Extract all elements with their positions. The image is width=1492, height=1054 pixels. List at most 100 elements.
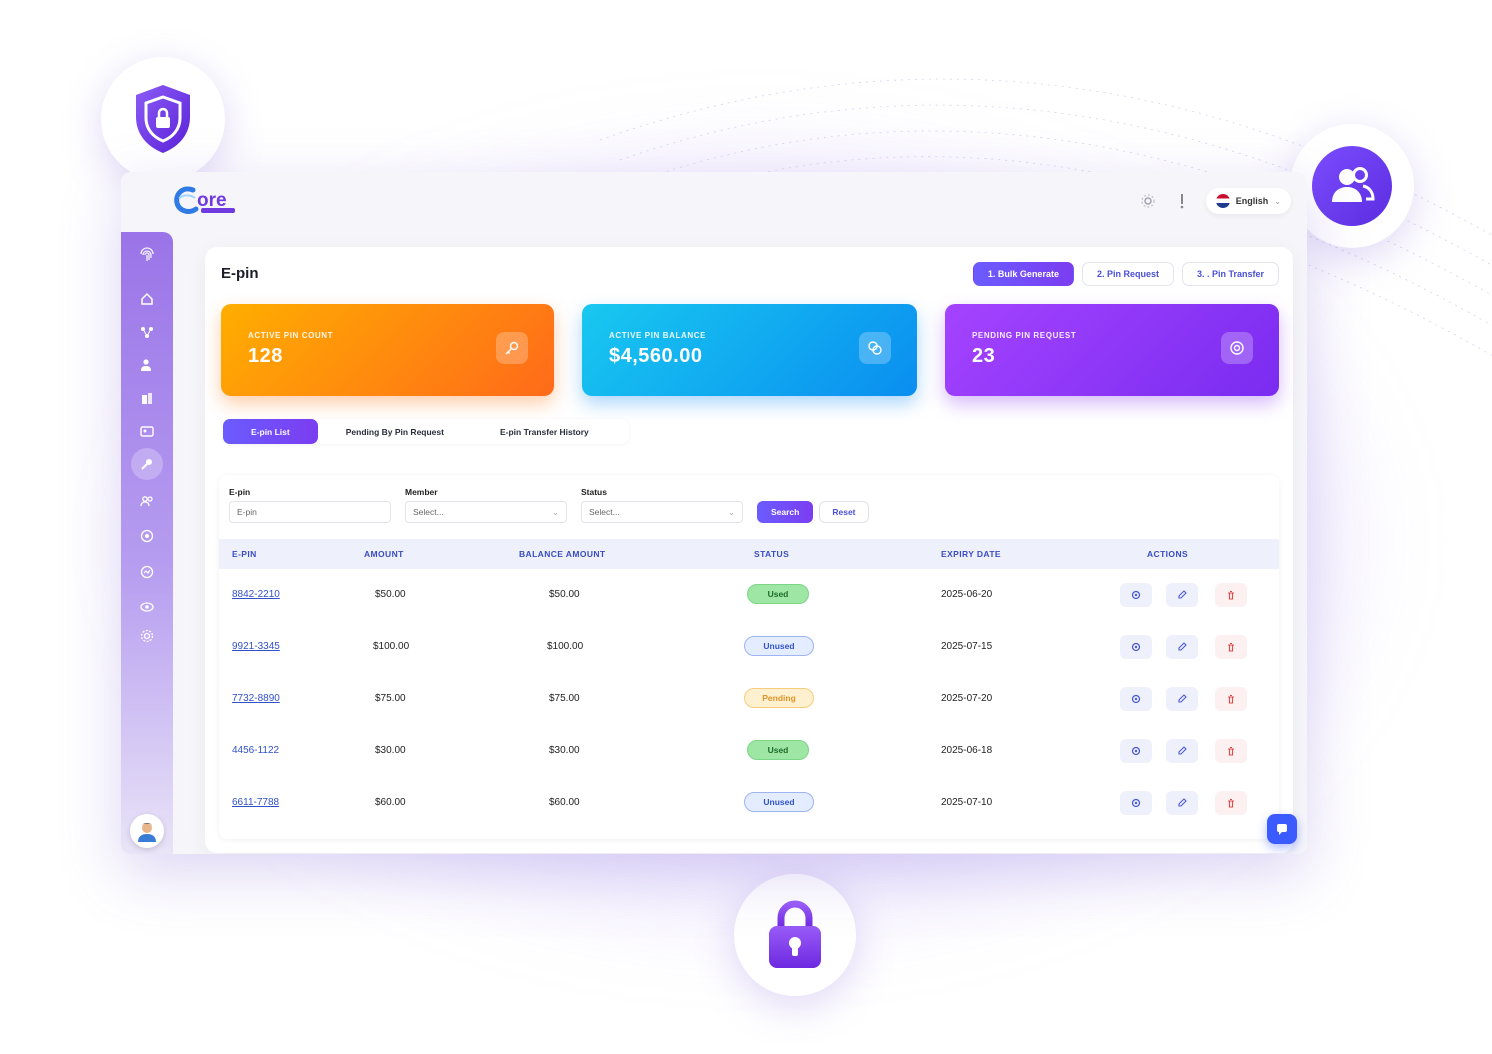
epin-table-panel: E-pin E-pin Member Select... ⌄ Status Sel… xyxy=(219,475,1279,839)
view-icon[interactable] xyxy=(1120,791,1152,815)
table-row: 6611-7788 $60.00 $60.00 Unused 2025-07-1… xyxy=(219,777,1279,829)
sidebar xyxy=(121,232,173,854)
flag-icon xyxy=(1215,194,1230,208)
users-icon xyxy=(1332,167,1375,202)
delete-icon[interactable] xyxy=(1215,583,1247,607)
amount-cell: $75.00 xyxy=(375,693,406,704)
edit-icon[interactable] xyxy=(1166,791,1198,815)
lock-icon xyxy=(769,900,821,968)
stat-label: ACTIVE PIN BALANCE xyxy=(609,331,707,340)
stat-label: ACTIVE PIN COUNT xyxy=(248,331,334,340)
search-button[interactable]: Search xyxy=(757,501,814,523)
epin-placeholder: E-pin xyxy=(237,507,257,517)
buildings-icon[interactable] xyxy=(135,386,159,410)
view-icon[interactable] xyxy=(1120,635,1152,659)
epin-key-icon[interactable] xyxy=(131,448,163,480)
status-badge: Used xyxy=(747,740,809,760)
language-selector[interactable]: English ⌄ xyxy=(1205,188,1291,214)
chevron-down-icon: ⌄ xyxy=(551,506,559,517)
edit-icon[interactable] xyxy=(1166,583,1198,607)
balance-cell: $100.00 xyxy=(547,641,584,652)
delete-icon[interactable] xyxy=(1215,687,1247,711)
table-row: 4456-1122 $30.00 $30.00 Used 2025-06-18 xyxy=(219,725,1279,777)
tab-pending-by-pin-request[interactable]: Pending By Pin Request xyxy=(318,419,472,444)
amount-cell: $100.00 xyxy=(373,641,410,652)
view-icon[interactable] xyxy=(1120,583,1152,607)
tab-bulk-generate[interactable]: 1. Bulk Generate xyxy=(972,262,1074,286)
view-icon[interactable] xyxy=(1120,687,1152,711)
table-row: 7732-8890 $75.00 $75.00 Pending 2025-07-… xyxy=(219,673,1279,725)
target-icon[interactable] xyxy=(135,524,159,548)
chat-icon xyxy=(1277,824,1287,835)
epin-link[interactable]: 7732-8890 xyxy=(232,693,280,704)
stat-value: 23 xyxy=(972,345,996,367)
eye-icon[interactable] xyxy=(135,595,159,619)
table-header: E-PIN AMOUNT BALANCE AMOUNT STATUS EXPIR… xyxy=(219,539,1279,569)
app-window: ore English ⌄ E-pin 1. Bulk Generate 2. … xyxy=(121,172,1307,854)
delete-icon[interactable] xyxy=(1215,739,1247,763)
expiry-cell: 2025-07-15 xyxy=(941,641,993,652)
team-icon[interactable] xyxy=(135,489,159,513)
status-select[interactable]: Select... ⌄ xyxy=(581,501,743,523)
member-filter: Member Select... ⌄ xyxy=(405,487,567,523)
notification-icon[interactable] xyxy=(1172,191,1192,211)
header-expiry-date: EXPIRY DATE xyxy=(941,549,1001,559)
header-actions: ACTIONS xyxy=(1147,549,1189,559)
epin-link[interactable]: 6611-7788 xyxy=(232,797,279,808)
user-add-icon[interactable] xyxy=(135,353,159,377)
core-logo-icon: ore xyxy=(174,186,235,214)
tab-pin-request[interactable]: 2. Pin Request xyxy=(1081,262,1174,286)
list-tabs: E-pin List Pending By Pin Request E-pin … xyxy=(223,419,629,444)
settings-icon[interactable] xyxy=(1138,191,1158,211)
edit-icon[interactable] xyxy=(1166,687,1198,711)
edit-icon[interactable] xyxy=(1166,739,1198,763)
coins-icon xyxy=(859,332,891,364)
epin-link[interactable]: 4456-1122 xyxy=(232,745,279,756)
chat-button[interactable] xyxy=(1267,814,1297,844)
epin-link[interactable]: 9921-3345 xyxy=(232,641,280,652)
lock-badge xyxy=(734,874,856,996)
balance-cell: $30.00 xyxy=(549,745,580,756)
member-select[interactable]: Select... ⌄ xyxy=(405,501,567,523)
epin-link[interactable]: 8842-2210 xyxy=(232,589,280,600)
stat-card-active-pin-count: ACTIVE PIN COUNT 128 xyxy=(221,304,554,396)
reset-button[interactable]: Reset xyxy=(819,501,869,523)
security-shield-badge xyxy=(101,57,225,181)
status-badge: Pending xyxy=(744,688,814,708)
fingerprint-icon[interactable] xyxy=(135,242,159,266)
tab-pin-transfer[interactable]: 3. . Pin Transfer xyxy=(1181,262,1279,286)
user-avatar[interactable] xyxy=(130,814,164,848)
expiry-cell: 2025-07-20 xyxy=(941,693,993,704)
status-badge: Unused xyxy=(744,636,814,656)
home-icon[interactable] xyxy=(135,287,159,311)
view-icon[interactable] xyxy=(1120,739,1152,763)
clock-icon xyxy=(1221,332,1253,364)
report-icon[interactable] xyxy=(135,560,159,584)
gear-icon[interactable] xyxy=(135,624,159,648)
epin-search-input[interactable]: E-pin xyxy=(229,501,391,523)
member-select-value: Select... xyxy=(413,507,444,517)
header-epin: E-PIN xyxy=(232,549,257,559)
header-amount: AMOUNT xyxy=(364,549,404,559)
language-label: English xyxy=(1235,196,1269,206)
stat-card-active-pin-balance: ACTIVE PIN BALANCE $4,560.00 xyxy=(582,304,917,396)
header-balance-amount: BALANCE AMOUNT xyxy=(519,549,606,559)
edit-icon[interactable] xyxy=(1166,635,1198,659)
shield-icon xyxy=(136,85,190,153)
tab-epin-transfer-history[interactable]: E-pin Transfer History xyxy=(472,419,617,444)
tab-epin-list[interactable]: E-pin List xyxy=(223,419,318,444)
expiry-cell: 2025-07-10 xyxy=(941,797,993,808)
expiry-cell: 2025-06-20 xyxy=(941,589,993,600)
chevron-down-icon: ⌄ xyxy=(1274,196,1281,206)
id-card-icon[interactable] xyxy=(135,419,159,443)
status-filter-label: Status xyxy=(581,487,607,497)
page-title: E-pin xyxy=(221,265,259,282)
delete-icon[interactable] xyxy=(1215,635,1247,659)
key-icon xyxy=(496,332,528,364)
network-icon[interactable] xyxy=(135,320,159,344)
brand-logo[interactable]: ore xyxy=(173,184,243,223)
status-badge: Used xyxy=(747,584,809,604)
status-select-value: Select... xyxy=(589,507,620,517)
status-filter: Status Select... ⌄ xyxy=(581,487,743,523)
delete-icon[interactable] xyxy=(1215,791,1247,815)
